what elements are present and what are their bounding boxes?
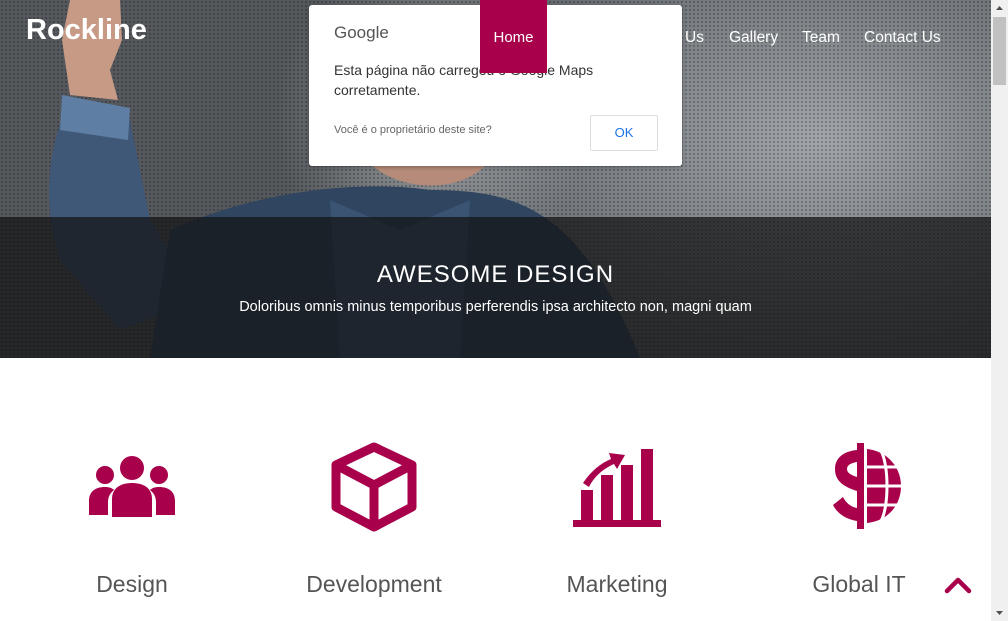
feature-design[interactable] [32,435,232,535]
nav-item-home-overlay[interactable]: Home [480,0,547,73]
feature-label-marketing: Marketing [566,571,668,597]
users-icon [89,456,175,517]
ok-button[interactable]: OK [590,115,658,151]
nav-item-gallery[interactable]: Gallery [729,29,778,47]
feature-label-development: Development [306,571,442,597]
feature-label-design: Design [96,571,168,597]
cube-icon [331,442,417,532]
hero-title: AWESOME DESIGN [376,261,615,288]
bar-chart-icon [573,449,661,527]
feature-marketing[interactable] [517,435,717,535]
dollar-globe-icon [833,443,901,529]
google-logo: Google [334,23,389,42]
nav-item-contact-us[interactable]: Contact Us [864,29,941,47]
feature-global-it[interactable] [759,435,959,535]
feature-development[interactable] [274,435,474,535]
scroll-up-arrow-icon[interactable] [991,0,1008,17]
scrollbar-thumb[interactable] [993,17,1006,85]
brand-logo[interactable]: Rockline [26,14,147,47]
scroll-to-top-icon[interactable] [944,575,972,595]
vertical-scrollbar[interactable] [991,0,1008,621]
dialog-owner-link[interactable]: Você é o proprietário deste site? [334,124,492,136]
nav-item-team[interactable]: Team [802,29,840,47]
dialog-message: Esta página não carregou o Google Maps c… [334,62,594,98]
hero-subtitle: Doloribus omnis minus temporibus perfere… [239,299,752,315]
scroll-down-arrow-icon[interactable] [991,604,1008,621]
feature-label-global-it: Global IT [812,571,906,597]
nav-item-about-us[interactable]: Us [685,29,704,47]
